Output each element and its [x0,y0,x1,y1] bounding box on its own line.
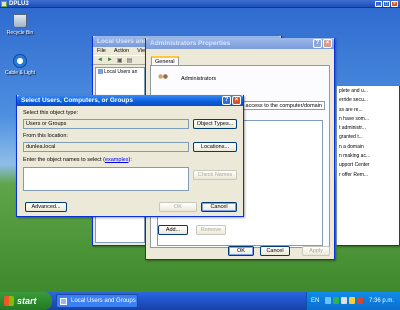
advanced-button[interactable]: Advanced... [25,202,67,212]
system-tray: EN 7:36 p.m. [306,292,400,310]
ok-button[interactable]: OK [159,202,197,212]
desktop-icon-cable-light[interactable]: Cable & Light [2,54,38,76]
forward-arrow-icon[interactable]: ► [107,57,113,63]
ok-button[interactable]: OK [228,246,254,256]
taskbar-button-local-users[interactable]: Local Users and Groups [56,294,138,308]
enter-names-label: Enter the object names to select (exampl… [23,157,132,163]
peek-line: n have som... [339,115,370,122]
peek-line: n a domain [339,143,364,150]
taskbar-button-label: Local Users and Groups [71,298,136,304]
remote-session-title: DPLU3 [9,1,29,7]
start-button[interactable]: start [0,292,52,310]
peek-line: granted t... [339,134,363,141]
menu-file[interactable]: File [97,47,106,55]
object-type-label: Select this object type: [23,110,79,116]
enter-names-text: Enter the object names to select ( [23,157,105,163]
remote-close-button[interactable]: × [391,1,398,7]
tray-icons [325,297,363,304]
cancel-button[interactable]: Cancel [260,246,290,256]
security-icon[interactable] [333,297,339,304]
apply-button[interactable]: Apply [302,246,330,256]
language-indicator[interactable]: EN [311,292,319,310]
remote-desktop-icon [1,1,7,7]
check-names-button[interactable]: Check Names [193,170,237,180]
object-names-input[interactable] [23,167,189,191]
help-button[interactable]: ? [313,39,322,48]
windows-logo-icon [4,296,14,306]
network-icon[interactable] [325,297,331,304]
group-name: Administrators [181,76,217,82]
peek-line: plete and u... [339,88,368,94]
remote-session-titlebar: DPLU3 _ □ × [0,0,400,8]
select-users-dialog: Select Users, Computers, or Groups ? × S… [16,95,244,217]
object-type-field: Users or Groups [23,119,189,129]
adm-titlebar[interactable]: Administrators Properties ? × [146,38,334,49]
peek-line: n making ac... [339,153,371,160]
tree-item-local-users[interactable]: Local Users an [96,68,144,76]
alert-icon[interactable] [357,297,363,304]
computer-icon [98,69,103,75]
properties-icon[interactable]: ▤ [127,57,133,64]
tab-general[interactable]: General [151,56,179,65]
peek-line: erride secu... [339,97,368,104]
tree-item-label: Local Users an [104,69,138,75]
peek-line: upport Center [339,162,370,169]
locations-button[interactable]: Locations... [193,142,237,152]
enter-names-end: ): [128,157,132,163]
clock: 7:36 p.m. [368,298,394,304]
object-types-button[interactable]: Object Types... [193,119,237,129]
group-icon [157,73,169,83]
adm-tabs: General [151,56,179,65]
menu-action[interactable]: Action [114,47,129,55]
recycle-bin-icon [13,14,27,28]
cable-light-icon [13,54,27,68]
volume-icon[interactable] [341,297,347,304]
remote-minimize-button[interactable]: _ [375,1,382,7]
desktop-icon-recycle-bin[interactable]: Recycle Bin [2,14,38,36]
peek-line: t administr... [339,125,366,132]
remote-restore-button[interactable]: □ [383,1,390,7]
remove-button[interactable]: Remove [196,225,226,235]
desktop-icon-label: Recycle Bin [6,30,34,36]
peek-list: plete and u... erride secu... ss are re.… [337,86,399,180]
peek-line: ss are re... [339,106,363,113]
taskbar: start Local Users and Groups EN 7:36 p.m… [0,292,400,310]
back-arrow-icon[interactable]: ◄ [97,57,103,63]
peek-line: r offer Rem... [339,171,369,178]
start-label: start [17,296,37,306]
select-dialog-titlebar[interactable]: Select Users, Computers, or Groups ? × [17,95,243,106]
cancel-button[interactable]: Cancel [201,202,237,212]
up-folder-icon[interactable]: ▣ [117,57,123,64]
location-label: From this location: [23,133,68,139]
desktop-icon-label: Cable & Light [4,70,36,76]
close-button[interactable]: × [323,39,332,48]
add-button[interactable]: Add... [158,225,188,235]
update-icon[interactable] [349,297,355,304]
close-button[interactable]: × [232,96,241,105]
help-button[interactable]: ? [222,96,231,105]
background-window-peek: plete and u... erride secu... ss are re.… [336,86,400,246]
adm-title: Administrators Properties [150,40,231,47]
location-field: dunlea.local [23,142,189,152]
computer-management-icon [60,298,67,305]
examples-link[interactable]: examples [105,157,129,163]
select-dialog-title: Select Users, Computers, or Groups [21,97,133,104]
